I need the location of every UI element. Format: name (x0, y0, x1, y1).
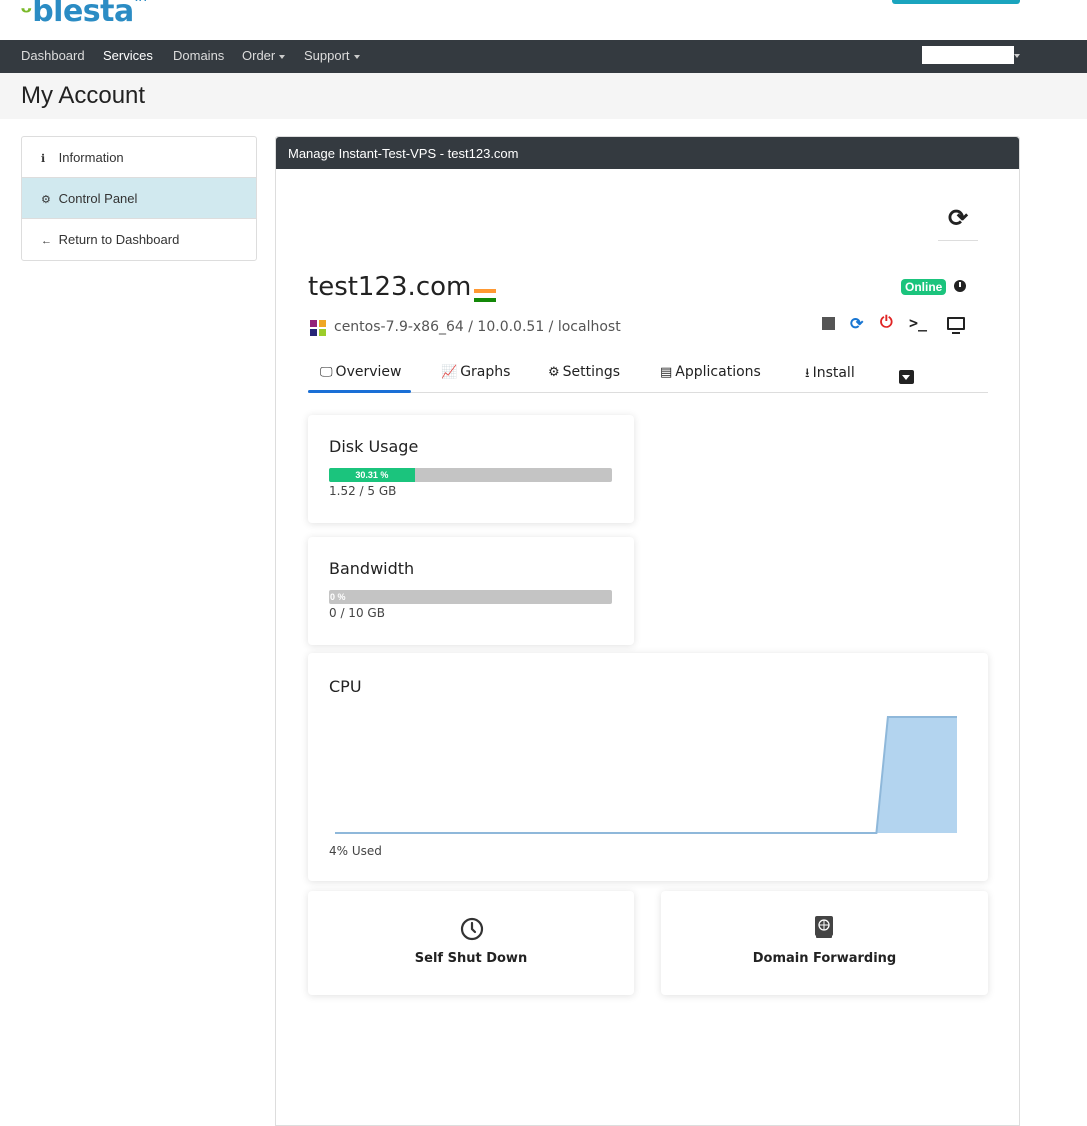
info-icon: ℹ (41, 153, 46, 165)
restart-button[interactable]: ⟳ (850, 314, 863, 334)
card-title: Bandwidth (329, 559, 415, 578)
card-title: Disk Usage (329, 437, 419, 456)
download-icon: ⭳ (805, 366, 810, 381)
nav-domains[interactable]: Domains (173, 48, 224, 63)
top-right-button[interactable] (892, 0, 1020, 4)
tab-overview[interactable]: 🖵 Overview (320, 364, 401, 380)
power-icon: ⏻ (880, 314, 893, 331)
disk-progress-bar: 30.31 % (329, 468, 612, 482)
arrow-left-icon: ← (41, 235, 52, 247)
cpu-area-series (335, 717, 957, 833)
disk-usage-value: 1.52 / 5 GB (329, 484, 397, 498)
monitor-icon: 🖵 (320, 365, 333, 380)
india-flag-icon (474, 289, 496, 302)
user-menu[interactable] (922, 46, 1014, 64)
top-brand-bar: ᵕblestaTM (0, 0, 1087, 40)
tabs-more-dropdown[interactable] (899, 370, 914, 384)
status-badge: Online (901, 279, 947, 295)
tab-settings[interactable]: ⚙ Settings (548, 364, 620, 380)
area-chart-icon: 📈 (441, 365, 458, 380)
cpu-line-series (335, 716, 957, 834)
bandwidth-usage-value: 0 / 10 GB (329, 606, 385, 620)
sidebar-item-information[interactable]: ℹ Information (22, 137, 256, 178)
chevron-down-icon[interactable] (1014, 54, 1020, 58)
nav-order[interactable]: Order (242, 48, 286, 63)
disk-progress-fill: 30.31 % (329, 468, 415, 482)
self-shut-down-card[interactable]: Self Shut Down (308, 891, 634, 995)
chevron-down-icon (279, 54, 286, 59)
gear-icon: ⚙ (548, 365, 560, 380)
disk-usage-card: Disk Usage 30.31 % 1.52 / 5 GB (308, 415, 634, 523)
centos-icon (310, 320, 326, 336)
cpu-used-label: 4% Used (329, 844, 382, 858)
refresh-button[interactable]: ⟳ (938, 203, 978, 241)
cpu-area-chart (335, 716, 957, 834)
stop-button[interactable] (822, 317, 835, 330)
manage-service-panel: Manage Instant-Test-VPS - test123.com ⟳ … (275, 136, 1020, 1126)
boxes-icon: ▤ (660, 365, 673, 380)
power-button[interactable]: ⏻ (880, 314, 893, 332)
tab-install[interactable]: ⭳ Install (805, 364, 855, 386)
card-title: CPU (329, 677, 362, 696)
clock-icon (460, 917, 484, 941)
os-ip-hostname: centos-7.9-x86_64 / 10.0.0.51 / localhos… (334, 319, 621, 335)
action-label: Self Shut Down (414, 951, 528, 966)
active-tab-indicator (308, 390, 411, 393)
refresh-icon: ⟳ (947, 205, 969, 232)
nav-support[interactable]: Support (304, 48, 360, 63)
nav-dashboard[interactable]: Dashboard (21, 48, 85, 63)
nav-services[interactable]: Services (103, 48, 153, 63)
panel-heading: Manage Instant-Test-VPS - test123.com (276, 137, 1019, 169)
vnc-button[interactable] (947, 317, 965, 334)
sidebar: ℹ Information ⚙ Control Panel ← Return t… (21, 136, 257, 261)
sidebar-item-label: Control Panel (58, 191, 138, 206)
sidebar-item-label: Return to Dashboard (58, 232, 180, 247)
clock-icon[interactable] (954, 280, 966, 292)
bandwidth-progress-bar: 0 % (329, 590, 612, 604)
cpu-card: CPU 4% Used (308, 653, 988, 881)
sidebar-item-label: Information (58, 150, 124, 165)
chevron-down-icon (353, 54, 360, 59)
tab-applications[interactable]: ▤ Applications (660, 364, 761, 380)
action-label: Domain Forwarding (752, 951, 897, 966)
tab-graphs[interactable]: 📈 Graphs (441, 364, 510, 380)
service-tabs: 🖵 Overview 📈 Graphs ⚙ Settings ▤ Application… (308, 357, 988, 393)
bandwidth-card: Bandwidth 0 % 0 / 10 GB (308, 537, 634, 645)
restart-icon: ⟳ (850, 316, 864, 333)
globe-book-icon (815, 916, 833, 938)
gear-icon: ⚙ (41, 194, 51, 206)
console-button[interactable]: >_ (909, 314, 927, 332)
page-title: My Account (21, 82, 146, 109)
sidebar-item-control-panel[interactable]: ⚙ Control Panel (22, 178, 256, 219)
sidebar-item-return-dashboard[interactable]: ← Return to Dashboard (22, 219, 256, 260)
blesta-logo[interactable]: ᵕblestaTM (20, 0, 147, 29)
bandwidth-progress-fill: 0 % (330, 592, 346, 602)
terminal-icon: >_ (909, 314, 928, 332)
page-header: My Account (0, 73, 1087, 119)
domain-forwarding-card[interactable]: Domain Forwarding (661, 891, 988, 995)
server-hostname: test123.com (308, 272, 472, 302)
